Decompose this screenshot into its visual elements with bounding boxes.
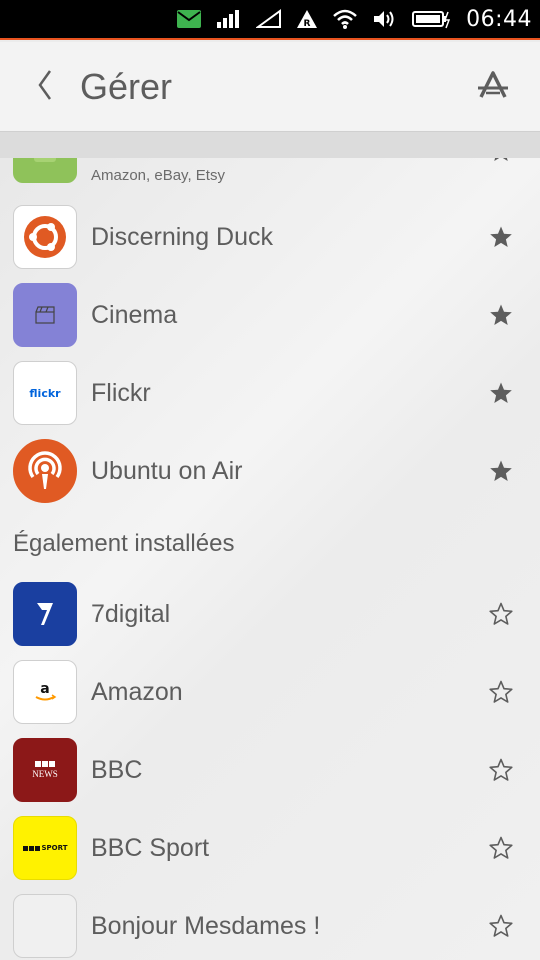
app-name: Flickr xyxy=(91,378,151,407)
page-header: Gérer xyxy=(0,42,540,132)
battery-icon xyxy=(412,0,452,39)
flickr-logo-text: flickr xyxy=(29,386,61,400)
list-item[interactable]: Cinema xyxy=(0,276,540,354)
star-outline-icon[interactable] xyxy=(488,913,514,939)
app-list[interactable]: Amazon, eBay, Etsy Discerning Duck Cinem… xyxy=(0,158,540,960)
bbc-news-text: NEWS xyxy=(32,769,58,779)
list-item[interactable]: a Amazon xyxy=(0,653,540,731)
podcast-icon xyxy=(13,439,77,503)
star-outline-icon[interactable] xyxy=(488,601,514,627)
header-divider xyxy=(0,132,540,158)
clapper-icon xyxy=(13,283,77,347)
bbc-sport-text: SPORT xyxy=(41,844,68,852)
app-subtitle: Amazon, eBay, Etsy xyxy=(91,167,225,184)
list-item[interactable]: Amazon, eBay, Etsy xyxy=(0,158,540,190)
page-title: Gérer xyxy=(80,65,173,107)
star-outline-icon[interactable] xyxy=(488,835,514,861)
ubuntu-icon xyxy=(13,205,77,269)
app-name: Bonjour Mesdames ! xyxy=(91,911,321,940)
star-filled-icon[interactable] xyxy=(488,302,514,328)
shopping-icon xyxy=(13,158,77,183)
svg-text:R: R xyxy=(304,19,311,29)
star-filled-icon[interactable] xyxy=(488,224,514,250)
app-name: Amazon xyxy=(91,677,183,706)
app-name: Cinema xyxy=(91,300,178,329)
star-filled-icon[interactable] xyxy=(488,458,514,484)
bbc-news-icon: NEWS xyxy=(13,738,77,802)
store-button[interactable] xyxy=(470,64,516,110)
bbc-sport-logo: SPORT xyxy=(22,844,68,852)
bonjour-icon xyxy=(13,894,77,958)
bbc-blocks xyxy=(35,761,55,767)
list-item[interactable]: 7digital xyxy=(0,575,540,653)
list-item[interactable]: SPORT BBC Sport xyxy=(0,809,540,887)
chevron-left-icon xyxy=(35,68,55,106)
roaming-icon: R xyxy=(296,0,318,39)
star-outline-icon[interactable] xyxy=(488,679,514,705)
star-filled-icon[interactable] xyxy=(488,380,514,406)
clock: 06:44 xyxy=(466,6,532,32)
list-item[interactable]: flickr Flickr xyxy=(0,354,540,432)
signal-icon xyxy=(216,0,242,39)
app-name: BBC xyxy=(91,755,143,784)
mail-icon xyxy=(176,0,202,39)
wifi-icon xyxy=(332,0,358,39)
star-outline-icon[interactable] xyxy=(488,757,514,783)
store-icon xyxy=(477,71,509,103)
flickr-icon: flickr xyxy=(13,361,77,425)
star-filled-icon[interactable] xyxy=(488,158,514,164)
amazon-icon: a xyxy=(13,660,77,724)
list-item[interactable]: Ubuntu on Air xyxy=(0,432,540,510)
7digital-icon xyxy=(13,582,77,646)
status-bar[interactable]: R 06:44 xyxy=(0,0,540,40)
volume-icon xyxy=(372,0,398,39)
list-item[interactable]: NEWS BBC xyxy=(0,731,540,809)
svg-text:a: a xyxy=(40,681,49,697)
back-button[interactable] xyxy=(0,42,80,132)
app-name: BBC Sport xyxy=(91,833,210,862)
bbc-sport-icon: SPORT xyxy=(13,816,77,880)
list-item[interactable]: Bonjour Mesdames ! xyxy=(0,887,540,960)
list-item[interactable]: Discerning Duck xyxy=(0,198,540,276)
app-name: Discerning Duck xyxy=(91,222,274,251)
section-header-installed: Également installées xyxy=(13,530,235,557)
app-name: Ubuntu on Air xyxy=(91,456,243,485)
app-name: 7digital xyxy=(91,599,171,628)
signal-empty-icon xyxy=(256,0,282,39)
